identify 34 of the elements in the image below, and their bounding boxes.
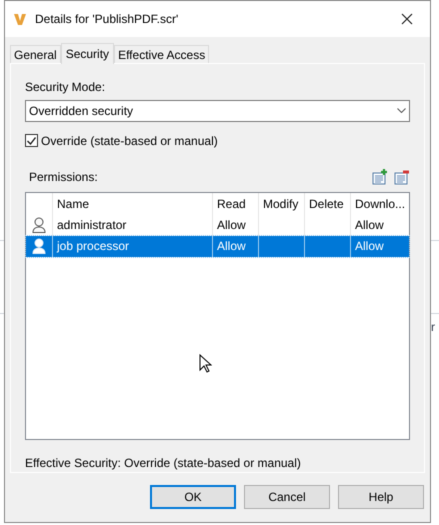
- window-title: Details for 'PublishPDF.scr': [35, 11, 178, 28]
- checkbox-label: Override (state-based or manual): [41, 132, 218, 150]
- dialog-button[interactable]: Help: [338, 485, 424, 509]
- column-header[interactable]: Read: [212, 192, 258, 215]
- column-header[interactable]: Delete: [304, 192, 350, 215]
- dialog-button[interactable]: OK: [150, 485, 236, 509]
- add-entry-icon[interactable]: [372, 168, 388, 185]
- permissions-label: Permissions:: [29, 168, 99, 186]
- chevron-down-icon: [397, 108, 406, 114]
- tab[interactable]: General: [10, 45, 61, 63]
- background-text: r: [431, 319, 435, 336]
- table-cell-text: Allow: [355, 217, 384, 234]
- user-icon: [32, 238, 46, 254]
- security-mode-dropdown[interactable]: Overridden security: [25, 100, 410, 122]
- app-logo-icon: [13, 12, 27, 26]
- table-row[interactable]: job processor Allow Allow: [26, 236, 409, 257]
- checkbox[interactable]: [25, 134, 38, 148]
- table-cell-text: Allow: [355, 238, 384, 256]
- table-cell-text: administrator: [57, 217, 126, 234]
- table-cell-text: Allow: [217, 238, 246, 256]
- field-label: Security Mode:: [25, 79, 106, 96]
- column-header[interactable]: Downlo...: [350, 192, 408, 215]
- column-header[interactable]: Modify: [258, 192, 304, 215]
- column-header[interactable]: Name: [52, 192, 212, 215]
- tab[interactable]: Security: [60, 43, 114, 64]
- mouse-pointer-icon: [199, 354, 212, 374]
- close-icon: [401, 13, 413, 25]
- table-cell-text: job processor: [57, 238, 130, 256]
- tab[interactable]: Effective Access: [114, 45, 210, 63]
- dialog-button[interactable]: Cancel: [244, 485, 330, 509]
- status-text: Effective Security: Override (state-based or manual): [25, 455, 302, 472]
- user-icon: [32, 217, 46, 234]
- table-cell-text: Allow: [217, 217, 246, 234]
- remove-entry-icon[interactable]: [394, 168, 410, 185]
